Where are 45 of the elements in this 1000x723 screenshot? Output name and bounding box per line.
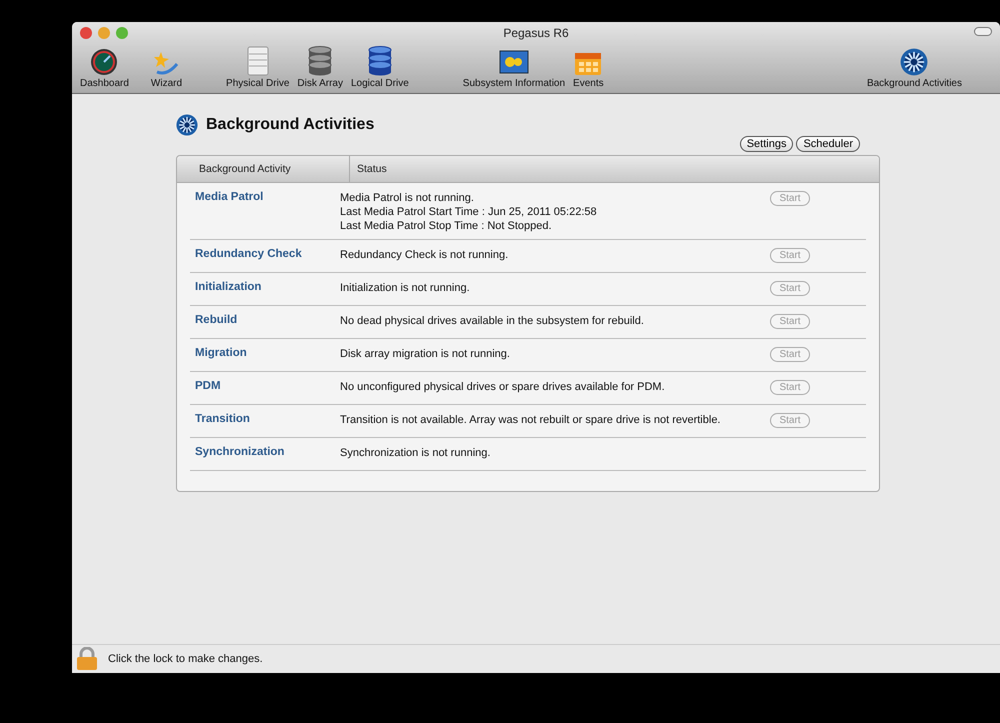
column-header: Status [356,163,387,175]
status-text: Media Patrol is not running. [340,191,475,205]
toolbar-button[interactable]: Subsystem Information [460,50,568,89]
toolbar-toggle-button[interactable] [974,27,992,36]
page-title: Background Activities [206,116,374,134]
window-control-button[interactable] [116,27,128,39]
status-text: Redundancy Check is not running. [340,248,510,262]
activity-link[interactable]: Migration [190,347,340,365]
status-text: Last Media Patrol Start Time : Jun 25, 2011 05:22:58 [340,205,598,219]
header-button[interactable]: Scheduler [796,136,860,152]
window-title: Pegasus R6 [503,26,569,40]
toolbar-button[interactable]: Dashboard [78,48,131,89]
status-text: Initialization is not running. [340,281,471,295]
status-text: Transition is not available. Array was not rebuilt or spare drive is not revertible. [340,413,722,427]
toolbar-button[interactable]: Physical Drive [224,46,292,89]
spinner-icon [176,114,198,136]
status-text: Click the lock to make changes. [108,653,263,665]
window-control-button[interactable] [98,27,110,39]
drive-stack-icon [246,46,270,76]
status-text: Last Media Patrol Stop Time : Not Stopped. [340,219,553,233]
database-icon [308,46,332,76]
window-control-button[interactable] [80,27,92,39]
toolbar-button[interactable]: Background Activities [864,48,964,89]
toolbar-button[interactable]: Events [571,50,606,89]
padlock-icon[interactable] [76,647,98,671]
header-button[interactable]: Settings [740,136,794,152]
activity-link[interactable]: Rebuild [190,314,340,332]
toolbar-button[interactable]: Logical Drive [348,46,411,89]
activity-link[interactable]: Transition [190,413,340,431]
activity-link[interactable]: Redundancy Check [190,248,340,266]
toolbar-button[interactable]: Disk Array [295,46,345,89]
status-text: Disk array migration is not running. [340,347,511,361]
status-text: No unconfigured physical drives or spare drives available for PDM. [340,380,666,394]
database-icon [368,46,392,76]
activity-link[interactable]: Initialization [190,281,340,299]
status-text: Synchronization is not running. [340,446,492,460]
spinner-icon [900,48,928,76]
toolbar-button[interactable]: Wizard [148,48,184,89]
gauge-icon [90,48,118,76]
activity-link[interactable]: PDM [190,380,340,398]
status-text: No dead physical drives available in the subsystem for rebuild. [340,314,645,328]
column-header: Background Activity [177,156,350,182]
activity-link[interactable]: Synchronization [190,446,340,464]
calendar-icon [574,50,602,76]
activity-link[interactable]: Media Patrol [190,191,340,233]
